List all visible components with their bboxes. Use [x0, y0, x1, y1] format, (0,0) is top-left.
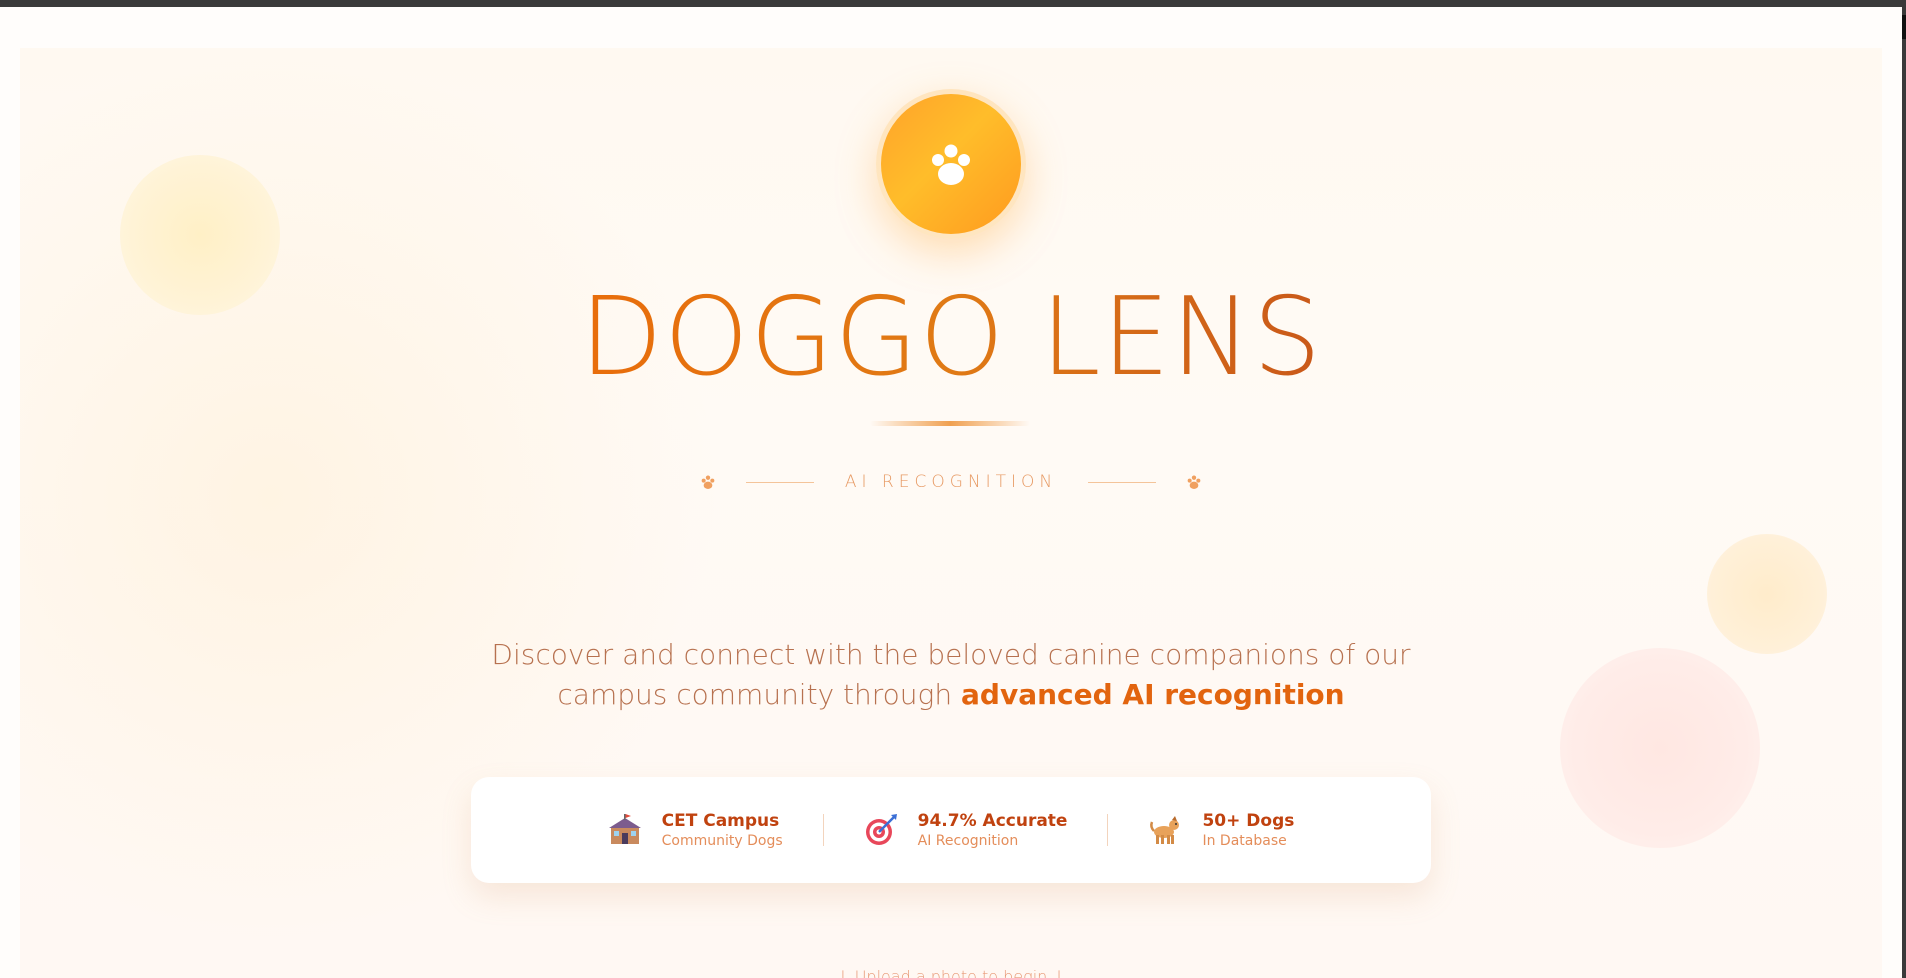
stat-title: CET Campus — [661, 811, 780, 831]
subtitle-row: AI RECOGNITION — [700, 469, 1202, 495]
divider-line — [746, 481, 815, 483]
decorative-bubble — [1560, 648, 1760, 848]
stat-title: 50+ Dogs — [1202, 811, 1295, 831]
dog-icon — [1148, 813, 1182, 847]
upload-hint: ↓ Upload a photo to begin ↓ — [836, 967, 1066, 978]
window-scrollbar[interactable] — [1902, 7, 1906, 978]
hero-description: Discover and connect with the beloved ca… — [451, 635, 1451, 715]
logo-circle — [881, 94, 1021, 234]
school-icon — [608, 813, 642, 847]
app-title: DOGGO LENS — [500, 273, 1402, 403]
stat-subtitle: In Database — [1202, 833, 1287, 849]
stats-card: CET Campus Community Dogs 94.7% Accurate… — [471, 777, 1431, 883]
stat-dogs: 50+ Dogs In Database — [1108, 810, 1334, 850]
stat-subtitle: Community Dogs — [661, 833, 783, 849]
scrollbar-thumb[interactable] — [1902, 15, 1906, 39]
target-icon — [864, 813, 898, 847]
stat-subtitle: AI Recognition — [917, 833, 1019, 849]
stat-text: CET Campus Community Dogs — [662, 810, 783, 850]
stat-text: 94.7% Accurate AI Recognition — [918, 810, 1068, 850]
stat-text: 50+ Dogs In Database — [1202, 810, 1294, 850]
paw-icon — [1187, 475, 1201, 489]
divider-line — [1087, 481, 1156, 483]
logo-badge — [876, 89, 1026, 239]
decorative-bubble — [120, 155, 280, 315]
stat-campus: CET Campus Community Dogs — [568, 810, 823, 850]
stat-accuracy: 94.7% Accurate AI Recognition — [824, 810, 1108, 850]
description-highlight: advanced AI recognition — [961, 678, 1345, 711]
window-top-bar — [0, 0, 1906, 7]
title-underline — [870, 421, 1030, 426]
paw-icon — [701, 475, 715, 489]
page: DOGGO LENS AI RECOGNITION Discover and c… — [0, 7, 1902, 978]
stat-title: 94.7% Accurate — [917, 811, 1068, 831]
decorative-bubble — [1707, 534, 1827, 654]
app-subtitle: AI RECOGNITION — [844, 472, 1058, 492]
paw-icon — [932, 144, 970, 185]
